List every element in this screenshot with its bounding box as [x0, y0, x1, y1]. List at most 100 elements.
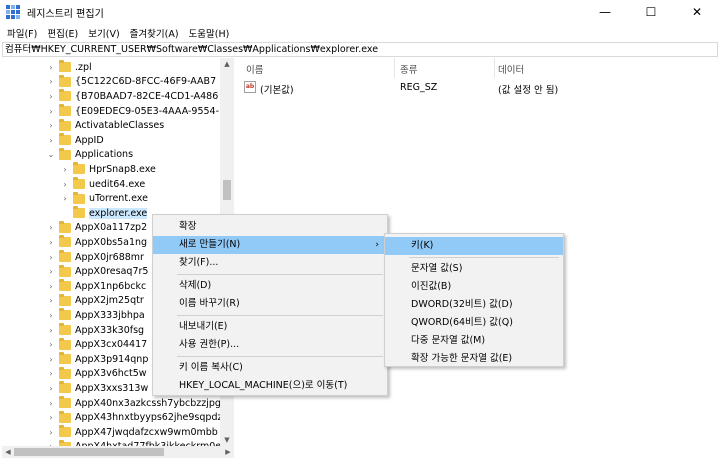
menu-item-s[interactable]: 문자열 값(S): [385, 260, 563, 278]
column-header-data[interactable]: 데이터: [498, 62, 524, 76]
chevron-right-icon[interactable]: ›: [46, 107, 56, 116]
tree-item-appx3p914qnp[interactable]: › AppX3p914qnp: [46, 352, 148, 367]
menu-item-b[interactable]: 이진값(B): [385, 278, 563, 296]
title-bar: 레지스트리 편집기 — ☐ ✕: [0, 0, 720, 24]
folder-icon: [59, 279, 71, 292]
tree-item-appx0a117zp2[interactable]: › AppX0a117zp2: [46, 220, 148, 236]
menu-item-dword-32-d[interactable]: DWORD(32비트) 값(D): [385, 296, 563, 314]
chevron-right-icon[interactable]: ›: [60, 165, 70, 174]
chevron-right-icon[interactable]: ›: [60, 194, 70, 203]
menu-bar: 파일(F) 편집(E) 보기(V) 즐겨찾기(A) 도움말(H): [0, 24, 720, 42]
column-header-name[interactable]: 이름: [246, 62, 263, 76]
column-divider[interactable]: [494, 58, 495, 78]
menu-edit[interactable]: 편집(E): [42, 26, 83, 40]
tree-item-appx0jr688mr[interactable]: › AppX0jr688mr: [46, 250, 144, 265]
tree-item-hprsnap8-exe[interactable]: › HprSnap8.exe: [60, 162, 156, 177]
menu-favorites[interactable]: 즐겨찾기(A): [125, 26, 184, 40]
tree-item-label: uedit64.exe: [89, 178, 146, 190]
menu-item-k[interactable]: 키(K): [385, 237, 563, 255]
tree-item-appx33k30fsg[interactable]: › AppX33k30fsg: [46, 323, 144, 338]
chevron-right-icon[interactable]: ›: [46, 311, 56, 320]
chevron-right-icon[interactable]: ›: [46, 340, 56, 349]
scroll-right-icon[interactable]: ▶: [222, 446, 234, 458]
tree-item-e09edec9-05e3-4aaa-9554[interactable]: › {E09EDEC9-05E3-4AAA-9554-: [46, 104, 219, 119]
menu-file[interactable]: 파일(F): [2, 26, 42, 40]
menu-item-r[interactable]: 이름 바꾸기(R): [153, 295, 387, 313]
column-divider[interactable]: [394, 58, 395, 78]
scroll-thumb-horizontal[interactable]: [14, 448, 164, 456]
chevron-right-icon[interactable]: ›: [46, 253, 56, 262]
chevron-right-icon[interactable]: ›: [46, 121, 56, 130]
tree-item-appx1np6bckc[interactable]: › AppX1np6bckc: [46, 279, 146, 294]
chevron-down-icon[interactable]: ⌄: [46, 150, 56, 159]
chevron-right-icon[interactable]: ›: [46, 326, 56, 335]
minimize-button[interactable]: —: [582, 0, 628, 24]
menu-item-hkey-local-machine-t[interactable]: HKEY_LOCAL_MACHINE(으)로 이동(T): [153, 377, 387, 395]
chevron-right-icon[interactable]: ›: [46, 399, 56, 408]
tree-item-utorrent-exe[interactable]: › uTorrent.exe: [60, 191, 148, 206]
menu-item-label: 확장: [179, 221, 197, 232]
chevron-right-icon[interactable]: ›: [46, 238, 56, 247]
address-bar[interactable]: 컴퓨터₩HKEY_CURRENT_USER₩Software₩Classes₩A…: [2, 42, 718, 57]
chevron-right-icon[interactable]: ›: [46, 296, 56, 305]
scroll-down-icon[interactable]: ▼: [220, 434, 234, 446]
tree-item-5c122c6d-8fcc-46f9-aab7[interactable]: › {5C122C6D-8FCC-46F9-AAB7: [46, 74, 216, 90]
close-button[interactable]: ✕: [674, 0, 720, 24]
scroll-left-icon[interactable]: ◀: [2, 446, 14, 458]
menu-item-f[interactable]: 찾기(F)...: [153, 254, 387, 272]
tree-item-appx0bs5a1ng[interactable]: › AppX0bs5a1ng: [46, 235, 147, 250]
chevron-right-icon[interactable]: ›: [60, 180, 70, 189]
menu-item-m[interactable]: 다중 문자열 값(M): [385, 332, 563, 350]
tree-item-appx3xxs313w[interactable]: › AppX3xxs313w: [46, 381, 148, 396]
menu-item-n[interactable]: 새로 만들기(N) ›: [153, 236, 387, 254]
tree-item-zpl[interactable]: › .zpl: [46, 60, 92, 75]
list-item[interactable]: ab (기본값) REG_SZ (값 설정 안 됨): [240, 80, 718, 96]
chevron-right-icon[interactable]: ›: [46, 77, 56, 86]
chevron-right-icon[interactable]: ›: [46, 136, 56, 145]
tree-item-appid[interactable]: › AppID: [46, 133, 104, 148]
menu-item-c[interactable]: 키 이름 복사(C): [153, 359, 387, 377]
tree-item-appx43hnxtbyyps62jhe9sqpdz[interactable]: › AppX43hnxtbyyps62jhe9sqpdz: [46, 410, 222, 425]
tree-item-appx0resaq7r5[interactable]: › AppX0resaq7r5: [46, 264, 148, 279]
menu-item-d[interactable]: 삭제(D): [153, 277, 387, 295]
tree-item-appx3cx04417[interactable]: › AppX3cx04417: [46, 337, 147, 352]
maximize-button[interactable]: ☐: [628, 0, 674, 24]
scroll-thumb[interactable]: [223, 180, 231, 200]
tree-item-uedit64-exe[interactable]: › uedit64.exe: [60, 177, 145, 192]
menu-item-e[interactable]: 확장 가능한 문자열 값(E): [385, 350, 563, 368]
folder-icon: [59, 425, 71, 438]
menu-item-label: QWORD(64비트) 값(Q): [411, 317, 513, 328]
menu-item-qword-64-q[interactable]: QWORD(64비트) 값(Q): [385, 314, 563, 332]
chevron-right-icon[interactable]: ›: [46, 384, 56, 393]
tree-item-activatableclasses[interactable]: › ActivatableClasses: [46, 118, 164, 133]
chevron-right-icon[interactable]: ›: [46, 282, 56, 291]
tree-item-appx333jbhpa[interactable]: › AppX333jbhpa: [46, 308, 145, 323]
chevron-right-icon[interactable]: ›: [46, 92, 56, 101]
tree-item-appx3v6hct5w[interactable]: › AppX3v6hct5w: [46, 366, 147, 382]
menu-help[interactable]: 도움말(H): [184, 26, 235, 40]
chevron-right-icon[interactable]: ›: [46, 413, 56, 422]
tree-item-applications[interactable]: ⌄ Applications: [46, 147, 133, 163]
tree-item-appx40nx3azkcssh7ybcbzzjpg[interactable]: › AppX40nx3azkcssh7ybcbzzjpg: [46, 396, 221, 411]
chevron-right-icon[interactable]: ›: [46, 63, 56, 72]
scroll-up-icon[interactable]: ▲: [220, 58, 234, 70]
tree-item-b70baad7-82ce-4cd1-a486[interactable]: › {B70BAAD7-82CE-4CD1-A486: [46, 89, 218, 104]
folder-icon: [59, 220, 71, 233]
menu-item-item[interactable]: 확장: [153, 218, 387, 236]
tree-horizontal-scrollbar[interactable]: ◀ ▶: [2, 446, 234, 458]
string-value-icon: ab: [244, 81, 256, 93]
menu-item-e[interactable]: 내보내기(E): [153, 318, 387, 336]
chevron-right-icon[interactable]: ›: [46, 267, 56, 276]
tree-item-label: HprSnap8.exe: [89, 163, 156, 175]
chevron-right-icon[interactable]: ›: [46, 223, 56, 232]
chevron-right-icon[interactable]: ›: [46, 428, 56, 437]
menu-view[interactable]: 보기(V): [83, 26, 124, 40]
tree-item-explorer-exe[interactable]: explorer.exe: [60, 206, 148, 221]
tree-item-appx2jm25qtr[interactable]: › AppX2jm25qtr: [46, 293, 144, 309]
tree-item-label: AppX0a117zp2: [75, 222, 148, 234]
chevron-right-icon[interactable]: ›: [46, 355, 56, 364]
tree-item-appx47jwqdafzcxw9wm0mbb[interactable]: › AppX47jwqdafzcxw9wm0mbb: [46, 425, 218, 440]
chevron-right-icon[interactable]: ›: [46, 369, 56, 378]
column-header-type[interactable]: 종류: [400, 62, 417, 76]
menu-item-p[interactable]: 사용 권한(P)...: [153, 336, 387, 354]
